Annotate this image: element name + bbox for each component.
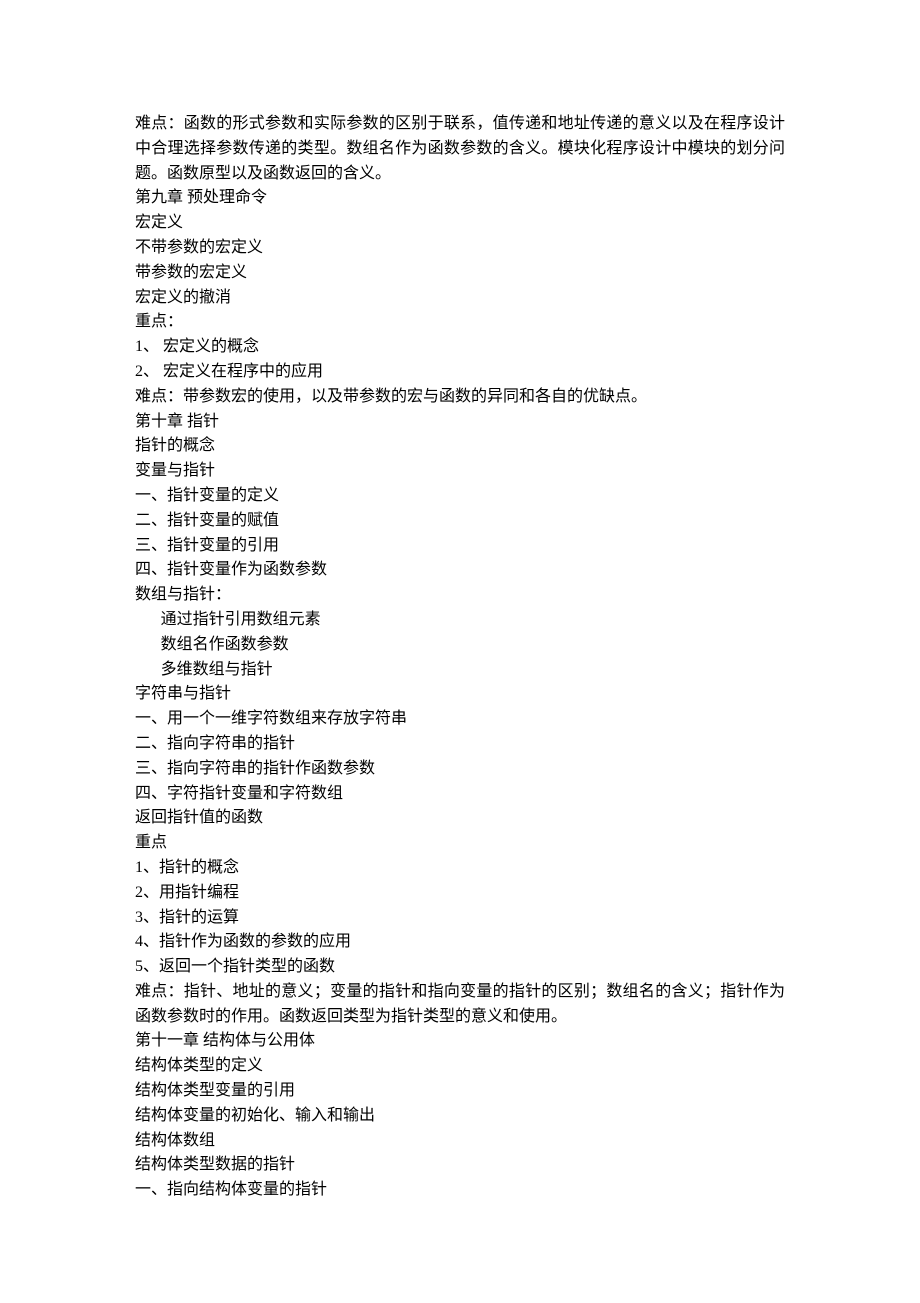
text-line: 数组名作函数参数 bbox=[135, 633, 785, 658]
text-line: 带参数的宏定义 bbox=[135, 261, 785, 286]
text-line: 结构体变量的初始化、输入和输出 bbox=[135, 1104, 785, 1129]
text-line: 重点 bbox=[135, 831, 785, 856]
text-line: 宏定义 bbox=[135, 211, 785, 236]
text-line: 结构体类型数据的指针 bbox=[135, 1153, 785, 1178]
document-page: 难点：函数的形式参数和实际参数的区别于联系，值传递和地址传递的意义以及在程序设计… bbox=[0, 0, 920, 1303]
text-line: 宏定义的撤消 bbox=[135, 286, 785, 311]
text-line: 重点： bbox=[135, 310, 785, 335]
text-line: 数组与指针： bbox=[135, 583, 785, 608]
text-line: 5、返回一个指针类型的函数 bbox=[135, 955, 785, 980]
text-line: 第十一章 结构体与公用体 bbox=[135, 1029, 785, 1054]
text-line: 一、指针变量的定义 bbox=[135, 484, 785, 509]
text-line: 2、用指针编程 bbox=[135, 881, 785, 906]
text-line: 2、 宏定义在程序中的应用 bbox=[135, 360, 785, 385]
text-line: 通过指针引用数组元素 bbox=[135, 608, 785, 633]
text-line: 一、用一个一维字符数组来存放字符串 bbox=[135, 707, 785, 732]
text-line: 三、指针变量的引用 bbox=[135, 534, 785, 559]
text-line: 四、指针变量作为函数参数 bbox=[135, 558, 785, 583]
text-line: 结构体类型的定义 bbox=[135, 1054, 785, 1079]
text-line: 难点：函数的形式参数和实际参数的区别于联系，值传递和地址传递的意义以及在程序设计… bbox=[135, 112, 785, 186]
text-line: 难点：带参数宏的使用，以及带参数的宏与函数的异同和各自的优缺点。 bbox=[135, 385, 785, 410]
text-line: 1、 宏定义的概念 bbox=[135, 335, 785, 360]
text-line: 不带参数的宏定义 bbox=[135, 236, 785, 261]
text-line: 二、指向字符串的指针 bbox=[135, 732, 785, 757]
text-line: 结构体数组 bbox=[135, 1129, 785, 1154]
text-line: 多维数组与指针 bbox=[135, 658, 785, 683]
text-line: 字符串与指针 bbox=[135, 682, 785, 707]
text-line: 变量与指针 bbox=[135, 459, 785, 484]
text-line: 难点：指针、地址的意义；变量的指针和指向变量的指针的区别；数组名的含义；指针作为… bbox=[135, 980, 785, 1030]
document-content: 难点：函数的形式参数和实际参数的区别于联系，值传递和地址传递的意义以及在程序设计… bbox=[135, 112, 785, 1203]
text-line: 1、指针的概念 bbox=[135, 856, 785, 881]
text-line: 指针的概念 bbox=[135, 434, 785, 459]
text-line: 3、指针的运算 bbox=[135, 906, 785, 931]
text-line: 返回指针值的函数 bbox=[135, 806, 785, 831]
text-line: 结构体类型变量的引用 bbox=[135, 1079, 785, 1104]
text-line: 第十章 指针 bbox=[135, 410, 785, 435]
text-line: 一、指向结构体变量的指针 bbox=[135, 1178, 785, 1203]
text-line: 4、指针作为函数的参数的应用 bbox=[135, 930, 785, 955]
text-line: 二、指针变量的赋值 bbox=[135, 509, 785, 534]
text-line: 第九章 预处理命令 bbox=[135, 186, 785, 211]
text-line: 四、字符指针变量和字符数组 bbox=[135, 782, 785, 807]
text-line: 三、指向字符串的指针作函数参数 bbox=[135, 757, 785, 782]
